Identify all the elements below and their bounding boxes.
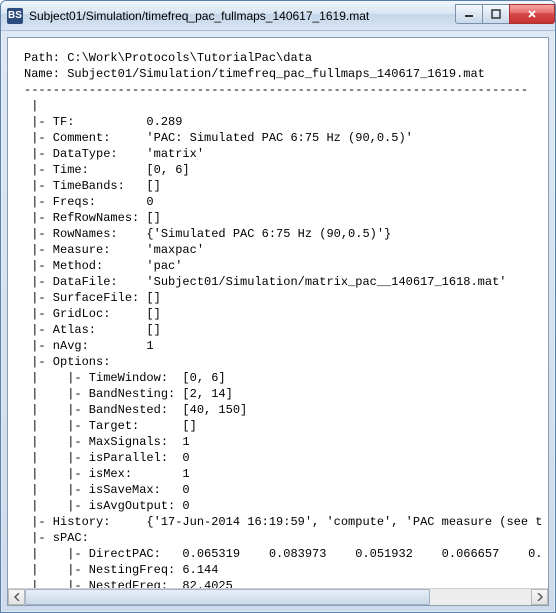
scroll-left-button[interactable]	[8, 589, 25, 605]
scroll-track[interactable]	[25, 589, 531, 605]
scroll-right-button[interactable]	[531, 589, 548, 605]
maximize-button[interactable]	[482, 4, 510, 24]
maximize-icon	[491, 9, 501, 19]
close-button[interactable]	[509, 4, 555, 24]
scroll-thumb[interactable]	[25, 589, 430, 605]
window-title: Subject01/Simulation/timefreq_pac_fullma…	[29, 9, 456, 23]
minimize-button[interactable]	[455, 4, 483, 24]
titlebar[interactable]: BS Subject01/Simulation/timefreq_pac_ful…	[1, 1, 555, 31]
window-controls	[456, 4, 555, 24]
chevron-left-icon	[14, 593, 20, 601]
chevron-right-icon	[537, 593, 543, 601]
client-area: Path: C:\Work\Protocols\TutorialPac\data…	[7, 37, 549, 606]
app-window: BS Subject01/Simulation/timefreq_pac_ful…	[0, 0, 556, 613]
close-icon	[527, 9, 537, 19]
minimize-icon	[464, 9, 474, 19]
horizontal-scrollbar[interactable]	[8, 588, 548, 605]
app-icon: BS	[7, 8, 23, 24]
struct-tree: Path: C:\Work\Protocols\TutorialPac\data…	[8, 38, 548, 588]
